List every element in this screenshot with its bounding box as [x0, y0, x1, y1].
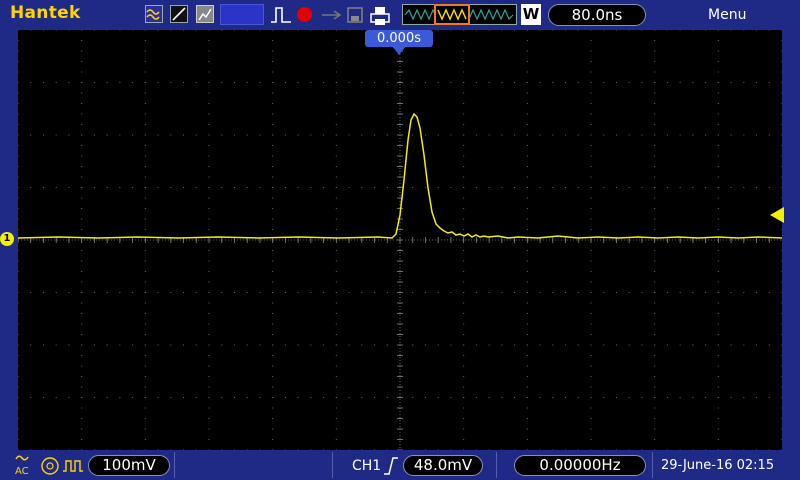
trigger-rising-edge-icon[interactable] [383, 456, 399, 476]
run-pulse-icon[interactable] [270, 6, 292, 24]
usb-icon [322, 10, 342, 20]
ch1-marker[interactable]: 1 [0, 232, 14, 246]
waveform-display[interactable] [17, 29, 783, 451]
coupling-indicator[interactable]: AC [15, 453, 29, 477]
menu-button[interactable]: Menu [708, 7, 746, 23]
coupling-label: AC [15, 466, 29, 477]
timebase-value[interactable]: 80.0ns [548, 4, 646, 26]
print-icon[interactable] [370, 6, 390, 26]
trigger-level-value[interactable]: 48.0mV [403, 455, 483, 476]
divider [174, 452, 175, 478]
trigger-position-marker-icon [392, 46, 406, 55]
bandwidth-limit-icon [63, 460, 83, 472]
acquire-mode-badge: W [521, 4, 541, 25]
divider [332, 452, 333, 478]
save-icon[interactable] [346, 6, 364, 24]
trigger-position-label: 0.000s [365, 30, 433, 47]
view-window-marker[interactable] [434, 4, 470, 25]
trigger-level-marker-icon[interactable] [770, 207, 784, 223]
volts-per-div-value[interactable]: 100mV [88, 455, 170, 476]
status-box [220, 4, 264, 25]
divider [652, 452, 653, 478]
probe-icon [41, 457, 59, 475]
datetime-label: 29-June-16 02:15 [661, 458, 775, 473]
slope-icon[interactable] [170, 5, 188, 23]
gray-icon[interactable] [196, 5, 214, 23]
divider [496, 452, 497, 478]
graticule [17, 29, 783, 451]
wave-icon[interactable] [145, 5, 163, 23]
frequency-value: 0.00000Hz [514, 455, 646, 476]
brand-logo: Hantek [10, 3, 81, 23]
top-toolbar [0, 0, 800, 30]
ac-wave-icon [15, 455, 29, 461]
trigger-source-label: CH1 [352, 458, 382, 474]
record-icon[interactable] [297, 7, 312, 22]
